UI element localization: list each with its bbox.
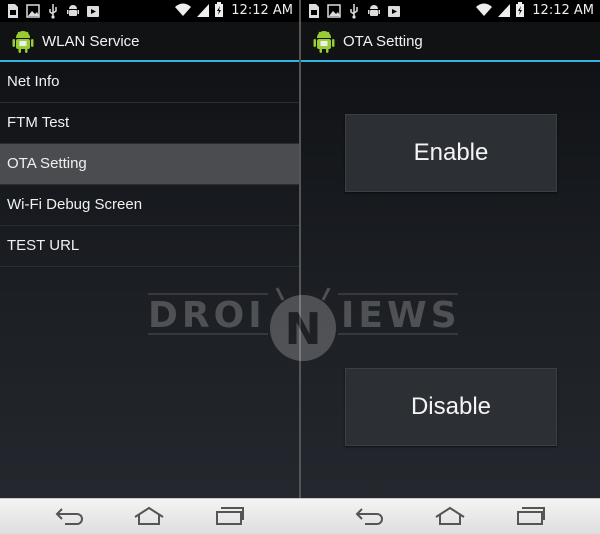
ota-setting-screen: 12:12 AM OTA Setting Enable Disable	[301, 0, 600, 498]
action-bar: OTA Setting	[301, 22, 600, 62]
home-icon[interactable]	[133, 506, 165, 526]
wlan-service-screen: 12:12 AM WLAN Service Net Info FTM Test …	[0, 0, 299, 498]
list-item-test-url[interactable]: TEST URL	[0, 226, 299, 267]
play-store-icon	[388, 6, 400, 17]
action-bar: WLAN Service	[0, 22, 299, 62]
recents-icon[interactable]	[515, 506, 547, 526]
page-title: WLAN Service	[42, 32, 140, 50]
home-icon[interactable]	[434, 506, 466, 526]
android-debug-icon	[368, 5, 380, 16]
signal-icon	[197, 4, 210, 17]
list-item-wifi-debug-screen[interactable]: Wi-Fi Debug Screen	[0, 185, 299, 226]
play-store-icon	[87, 6, 99, 17]
battery-icon	[516, 2, 525, 17]
list-item-net-info[interactable]: Net Info	[0, 62, 299, 103]
status-time: 12:12 AM	[231, 2, 293, 18]
android-app-icon[interactable]	[311, 28, 337, 54]
recents-icon[interactable]	[214, 506, 246, 526]
sim-icon	[8, 4, 18, 18]
image-icon	[327, 4, 341, 18]
enable-button[interactable]: Enable	[345, 114, 557, 192]
page-title: OTA Setting	[343, 32, 423, 50]
back-icon[interactable]	[53, 506, 85, 526]
status-bar: 12:12 AM	[301, 0, 600, 22]
list-item-ftm-test[interactable]: FTM Test	[0, 103, 299, 144]
android-debug-icon	[67, 5, 79, 16]
wifi-icon	[476, 3, 493, 16]
list-item-ota-setting[interactable]: OTA Setting	[0, 144, 299, 185]
sim-icon	[309, 4, 319, 18]
battery-icon	[215, 2, 224, 17]
settings-list: Net Info FTM Test OTA Setting Wi-Fi Debu…	[0, 62, 299, 267]
disable-button[interactable]: Disable	[345, 368, 557, 446]
image-icon	[26, 4, 40, 18]
navigation-bar	[0, 498, 600, 534]
status-bar: 12:12 AM	[0, 0, 299, 22]
usb-icon	[350, 4, 358, 19]
signal-icon	[498, 4, 511, 17]
status-time: 12:12 AM	[532, 2, 594, 18]
android-app-icon[interactable]	[10, 28, 36, 54]
wifi-icon	[175, 3, 192, 16]
usb-icon	[49, 4, 57, 19]
back-icon[interactable]	[353, 506, 385, 526]
